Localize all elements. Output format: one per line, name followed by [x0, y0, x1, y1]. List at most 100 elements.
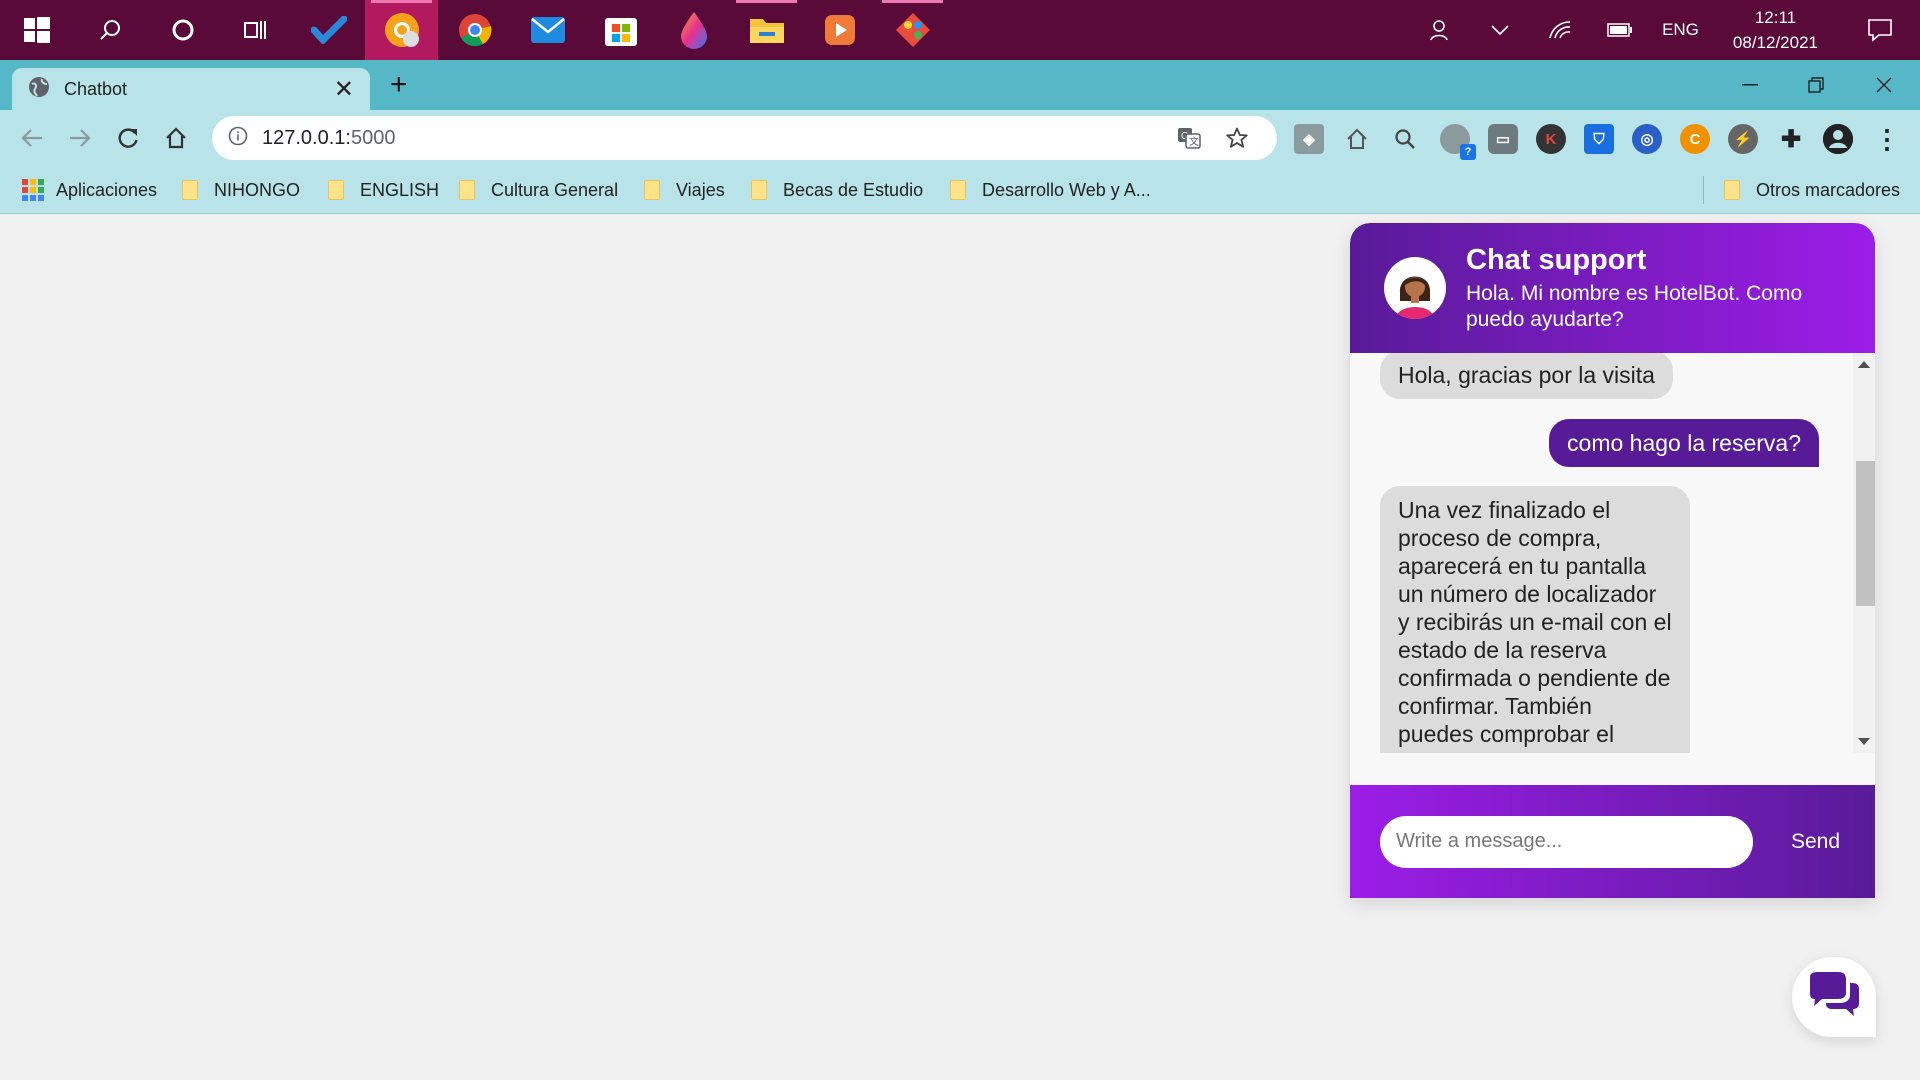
media-player-icon[interactable]: [803, 0, 876, 60]
battery-icon[interactable]: [1590, 0, 1650, 60]
running-indicator: [882, 0, 943, 3]
language-indicator[interactable]: ENG: [1650, 20, 1711, 40]
file-explorer-icon[interactable]: [730, 0, 803, 60]
chatbox: Chat support Hola. Mi nombre es HotelBot…: [1350, 223, 1875, 898]
shield-icon[interactable]: ◈: [1294, 124, 1324, 154]
scrollbar-thumb[interactable]: [1856, 461, 1875, 606]
home-icon[interactable]: [156, 118, 196, 158]
folder-icon: [644, 180, 660, 200]
profile-avatar-icon[interactable]: [1823, 124, 1853, 154]
folder-icon: [950, 180, 966, 200]
mail-icon[interactable]: [511, 0, 584, 60]
browser-tab[interactable]: Chatbot ✕: [12, 68, 370, 110]
bookmark-folder-label: Cultura General: [491, 179, 619, 200]
translate-icon[interactable]: G文: [1165, 127, 1213, 149]
bookmark-folder-label: NIHONGO: [214, 179, 301, 200]
close-tab-icon[interactable]: ✕: [334, 75, 354, 104]
clock-date: 08/12/2021: [1732, 33, 1818, 52]
search-extension-icon[interactable]: [1390, 124, 1420, 154]
site-info-icon[interactable]: [228, 126, 248, 151]
running-indicator: [736, 0, 797, 3]
bookmark-folder-label: ENGLISH: [360, 179, 440, 200]
wifi-icon[interactable]: [1530, 0, 1590, 60]
message-input[interactable]: [1380, 815, 1753, 868]
help-extension-icon[interactable]: ?: [1440, 124, 1476, 160]
bookmark-folder[interactable]: Becas de Estudio: [751, 176, 923, 204]
close-window-icon[interactable]: [1854, 60, 1914, 110]
chat-toggle-button[interactable]: [1792, 957, 1876, 1037]
bookmark-star-icon[interactable]: [1213, 127, 1261, 149]
bookmark-apps[interactable]: Aplicaciones: [22, 176, 157, 204]
browser-toolbar: 127.0.0.1:5000 G文 ◈ ? ▭ K ⛉ ◎ C ⚡ ✚ ⋮: [0, 110, 1920, 166]
chat-title: Chat support: [1466, 243, 1647, 276]
send-button[interactable]: Send: [1791, 830, 1840, 854]
folder-icon: [328, 180, 344, 200]
notification-icon[interactable]: [1840, 0, 1920, 60]
puzzle-extensions-icon[interactable]: ✚: [1776, 124, 1806, 154]
messages-scrollbar[interactable]: [1853, 353, 1875, 753]
scroll-down-arrow-icon[interactable]: [1858, 738, 1870, 745]
forward-icon[interactable]: [60, 118, 100, 158]
clock[interactable]: 12:11 08/12/2021: [1711, 5, 1840, 55]
url-port: 5000: [350, 126, 396, 149]
start-icon[interactable]: [0, 0, 73, 60]
bookmark-folder[interactable]: Desarrollo Web y A...: [950, 176, 1151, 204]
chat-description: Hola. Mi nombre es HotelBot. Como puedo …: [1466, 281, 1803, 331]
more-menu-icon[interactable]: ⋮: [1872, 124, 1902, 154]
restore-icon[interactable]: [1786, 60, 1846, 110]
system-tray: ENG 12:11 08/12/2021: [1410, 0, 1920, 60]
windows-taskbar: ENG 12:11 08/12/2021: [0, 0, 1920, 60]
chat-bubbles-icon: [1806, 971, 1862, 1024]
reload-icon[interactable]: [108, 118, 148, 158]
bookmark-folder[interactable]: Viajes: [644, 176, 725, 204]
bookmark-folder[interactable]: NIHONGO: [182, 176, 300, 204]
task-view-icon[interactable]: [219, 0, 292, 60]
k-extension-icon[interactable]: K: [1536, 124, 1566, 154]
apps-grid-icon: [22, 179, 44, 201]
bookmark-other[interactable]: Otros marcadores: [1724, 176, 1900, 204]
paint-drop-icon[interactable]: [657, 0, 730, 60]
address-bar[interactable]: 127.0.0.1:5000 G文: [212, 116, 1277, 160]
svg-text:文: 文: [1189, 135, 1199, 148]
folder-icon: [182, 180, 198, 200]
search-icon[interactable]: [73, 0, 146, 60]
chat-extension-icon[interactable]: ▭: [1488, 124, 1518, 154]
tab-title: Chatbot: [64, 78, 128, 99]
chat-footer: Send: [1350, 785, 1875, 898]
support-agent-avatar: [1384, 257, 1446, 319]
url-text: 127.0.0.1:5000: [262, 127, 1165, 150]
bot-message: Una vez finalizado el proceso de compra,…: [1380, 486, 1690, 753]
folder-icon: [1724, 180, 1740, 200]
scroll-up-arrow-icon[interactable]: [1858, 361, 1870, 368]
c-extension-icon[interactable]: C: [1680, 124, 1710, 154]
folder-icon: [751, 180, 767, 200]
messages-area[interactable]: Hola, gracias por la visita como hago la…: [1350, 353, 1875, 753]
cortana-icon[interactable]: [146, 0, 219, 60]
chrome-icon[interactable]: [438, 0, 511, 60]
bookmark-other-label: Otros marcadores: [1756, 179, 1901, 200]
minimize-icon[interactable]: [1720, 60, 1780, 110]
people-icon[interactable]: [1410, 0, 1470, 60]
tab-strip: Chatbot ✕ +: [0, 60, 1920, 110]
lightning-extension-icon[interactable]: ⚡: [1728, 124, 1758, 154]
bot-message: Hola, gracias por la visita: [1380, 353, 1673, 399]
todo-icon[interactable]: [292, 0, 365, 60]
bookmarks-divider: [1703, 176, 1704, 204]
bookmark-folder[interactable]: Cultura General: [459, 176, 618, 204]
bookmarks-bar: Aplicaciones NIHONGO ENGLISH Cultura Gen…: [0, 166, 1920, 214]
bitwarden-icon[interactable]: ⛉: [1584, 124, 1614, 154]
sourcetree-icon[interactable]: [876, 0, 949, 60]
globe-icon: [28, 76, 50, 103]
compass-extension-icon[interactable]: ◎: [1632, 124, 1662, 154]
home-extension-icon[interactable]: [1342, 124, 1372, 154]
user-message: como hago la reserva?: [1549, 419, 1819, 467]
chat-header: Chat support Hola. Mi nombre es HotelBot…: [1350, 223, 1875, 353]
bookmark-folder[interactable]: ENGLISH: [328, 176, 439, 204]
clock-time: 12:11: [1754, 8, 1797, 27]
store-icon[interactable]: [584, 0, 657, 60]
back-icon[interactable]: [12, 118, 52, 158]
chevron-up-icon[interactable]: [1470, 0, 1530, 60]
folder-icon: [459, 180, 475, 200]
new-tab-icon[interactable]: +: [390, 70, 408, 100]
chrome-canary-icon[interactable]: [365, 0, 438, 60]
